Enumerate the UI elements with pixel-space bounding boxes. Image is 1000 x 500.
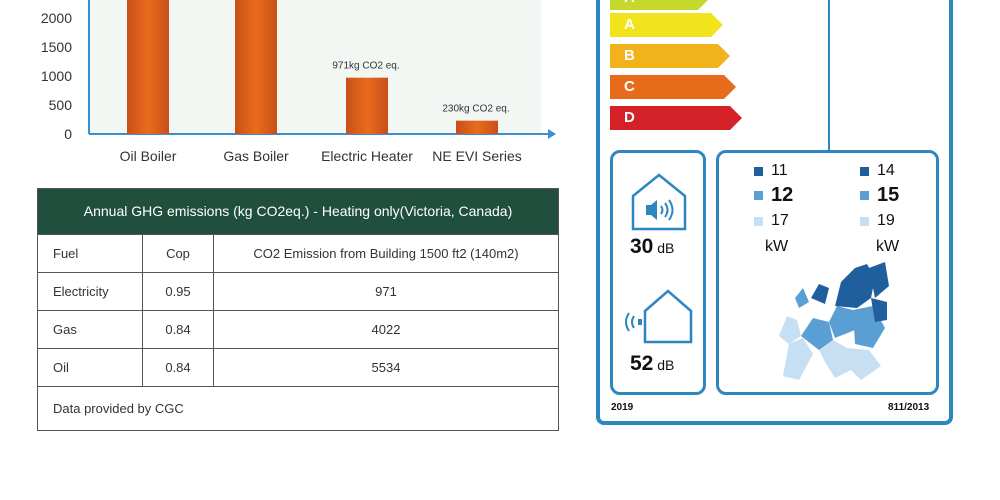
y-tick-label: 1500 (41, 39, 72, 55)
x-tick-label: Oil Boiler (120, 148, 177, 164)
label-year: 2019 (611, 402, 634, 413)
climate-zone-swatch (860, 166, 869, 176)
climate-zone-swatch (860, 191, 869, 200)
energy-class-arrow: A (610, 13, 723, 37)
cell-co2: 5534 (371, 360, 401, 375)
energy-class-arrow: D (610, 106, 742, 130)
emissions-bar-chart: 0 500 1000 1500 2000 Oil Boiler Gas Boiler Elec… (41, 0, 556, 164)
cell-co2: 4022 (371, 322, 401, 337)
kw-right-warm: 19 (860, 212, 895, 230)
climate-zone-swatch (754, 216, 763, 226)
x-tick-label: Gas Boiler (223, 148, 289, 164)
bar (235, 0, 277, 134)
kw-right-average: 15 (860, 184, 899, 207)
table-title: Annual GHG emissions (kg CO2eq.) - Heati… (38, 189, 558, 234)
energy-class-arrow: B (610, 44, 730, 68)
kw-left-cold: 11 (754, 162, 788, 180)
data-label: 230kg CO2 eq. (442, 104, 509, 115)
y-tick-label: 2000 (41, 10, 72, 26)
bar (456, 120, 498, 134)
table-row: Oil 0.84 5534 (38, 348, 558, 386)
header-cop: Cop (143, 235, 214, 272)
indoor-noise-value: 30 dB (630, 235, 675, 258)
cell-fuel: Oil (38, 349, 143, 386)
table-row: Electricity 0.95 971 (38, 272, 558, 310)
x-tick-label: Electric Heater (321, 148, 413, 164)
bar (346, 77, 388, 134)
cell-cop: 0.84 (143, 311, 214, 348)
cell-fuel: Gas (38, 311, 143, 348)
kw-right-unit: kW (876, 238, 900, 255)
kw-left-average: 12 (754, 184, 793, 207)
climate-zone-swatch (754, 191, 763, 200)
europe-climate-map (779, 262, 889, 380)
y-tick-label: 0 (64, 126, 72, 142)
x-tick-label: NE EVI Series (432, 148, 521, 164)
kw-left-warm: 17 (754, 212, 789, 230)
y-tick-label: 1000 (41, 68, 72, 84)
table-note: Data provided by CGC (38, 386, 558, 430)
cell-cop: 0.95 (143, 273, 214, 310)
data-label: 971kg CO2 eq. (332, 61, 399, 72)
cell-cop: 0.84 (143, 349, 214, 386)
climate-zone-swatch (860, 216, 869, 226)
climate-zone-swatch (754, 166, 763, 176)
header-fuel: Fuel (38, 235, 143, 272)
bar (127, 0, 169, 134)
y-tick-label: 500 (49, 97, 73, 113)
ghg-emissions-table: Annual GHG emissions (kg CO2eq.) - Heati… (37, 188, 559, 431)
table-header-row: Fuel Cop CO2 Emission from Building 1500… (38, 234, 558, 272)
indoor-house-sound-icon (631, 173, 687, 231)
cell-fuel: Electricity (38, 273, 143, 310)
energy-class-arrow: A (610, 0, 710, 10)
label-regulation: 811/2013 (888, 402, 930, 413)
outdoor-house-sound-icon (625, 289, 693, 344)
table-row: Gas 0.84 4022 (38, 310, 558, 348)
outdoor-noise-value: 52 dB (630, 352, 675, 375)
x-axis-arrow (548, 129, 556, 139)
kw-right-cold: 14 (860, 162, 895, 180)
cell-co2: 971 (375, 284, 397, 299)
energy-class-arrow: C (610, 75, 736, 99)
kw-left-unit: kW (765, 238, 789, 255)
header-co2: CO2 Emission from Building 1500 ft2 (140… (253, 246, 519, 261)
